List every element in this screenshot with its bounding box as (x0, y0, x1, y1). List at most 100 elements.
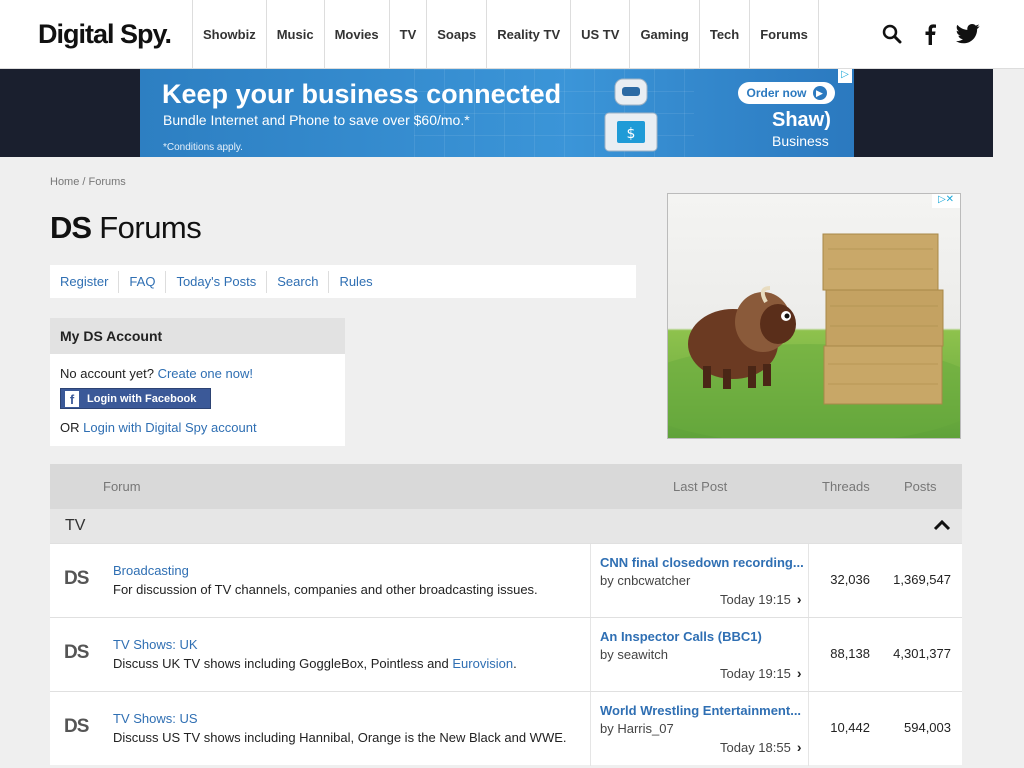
search-link[interactable]: Search (267, 270, 330, 293)
ds-forum-icon: DS (64, 716, 89, 737)
last-post-author: by cnbcwatcher (600, 573, 691, 588)
last-post-time[interactable]: Today 18:55 › (720, 739, 802, 755)
nav-music[interactable]: Music (267, 0, 325, 68)
arrow-right-icon: ▶ (812, 86, 827, 100)
section-title: TV (65, 517, 86, 534)
nav-forums[interactable]: Forums (750, 0, 819, 68)
forum-description: Discuss US TV shows including Hannibal, … (113, 730, 567, 745)
nav-reality-tv[interactable]: Reality TV (487, 0, 572, 68)
nav-showbiz[interactable]: Showbiz (193, 0, 267, 68)
chevron-right-icon[interactable]: › (797, 591, 802, 607)
posts-count: 1,369,547 (893, 572, 951, 587)
threads-count: 32,036 (830, 572, 870, 587)
site-logo[interactable]: Digital Spy. (0, 0, 192, 68)
facebook-login-button[interactable]: f Login with Facebook (60, 388, 211, 409)
account-title: My DS Account (50, 318, 345, 354)
forum-description: Discuss UK TV shows including GoggleBox,… (113, 655, 583, 673)
forum-name-link[interactable]: Broadcasting (113, 563, 189, 578)
last-post-time[interactable]: Today 19:15 › (720, 665, 802, 681)
facebook-login-label: Login with Facebook (87, 392, 197, 405)
forum-row: DS Broadcasting For discussion of TV cha… (50, 543, 962, 618)
last-post-title-link[interactable]: World Wrestling Entertainment... (600, 703, 810, 718)
ds-forum-icon: DS (64, 568, 89, 589)
banner-title: Keep your business connected (162, 79, 562, 109)
no-account-text: No account yet? (60, 366, 158, 381)
nav-soaps[interactable]: Soaps (427, 0, 488, 68)
forum-name-link[interactable]: TV Shows: UK (113, 637, 198, 652)
main-nav: Showbiz Music Movies TV Soaps Reality TV… (192, 0, 819, 68)
nav-movies[interactable]: Movies (325, 0, 390, 68)
facebook-logo-icon: f (65, 390, 79, 407)
last-post-time[interactable]: Today 19:15 › (720, 591, 802, 607)
breadcrumb-forums[interactable]: Forums (89, 176, 126, 188)
last-post-author: by Harris_07 (600, 721, 674, 736)
rules-link[interactable]: Rules (329, 271, 382, 293)
banner-conditions: *Conditions apply. (163, 142, 243, 153)
page-title-text: Forums (91, 210, 202, 245)
last-post-time-text: Today 18:55 (720, 739, 791, 755)
site-header: Digital Spy. Showbiz Music Movies TV Soa… (0, 0, 1024, 69)
col-posts: Posts (904, 479, 937, 494)
forum-table-header: Forum Last Post Threads Posts (50, 464, 962, 509)
banner-ad-area: Keep your business connected Bundle Inte… (0, 69, 993, 157)
last-post-title-link[interactable]: An Inspector Calls (BBC1) (600, 629, 810, 644)
adchoices-icon[interactable]: ▷ (838, 69, 852, 83)
side-ad[interactable]: ▷✕ (667, 193, 961, 439)
last-post-title-link[interactable]: CNN final closedown recording... (600, 555, 810, 570)
faq-link[interactable]: FAQ (119, 270, 167, 293)
brand-subtitle: Business (772, 133, 829, 149)
svg-text:$: $ (627, 126, 636, 142)
divider (590, 544, 591, 618)
search-icon[interactable] (880, 22, 904, 46)
register-link[interactable]: Register (50, 270, 120, 293)
page-title-prefix: DS (50, 210, 92, 245)
chevron-up-icon[interactable] (932, 517, 952, 533)
threads-count: 10,442 (830, 720, 870, 735)
ds-login-link[interactable]: Login with Digital Spy account (83, 420, 256, 435)
breadcrumb: Home / Forums (50, 176, 126, 188)
nav-us-tv[interactable]: US TV (571, 0, 631, 68)
account-box: My DS Account No account yet? Create one… (50, 318, 345, 446)
divider (808, 618, 809, 692)
banner-subtitle: Bundle Internet and Phone to save over $… (163, 112, 470, 128)
divider (808, 544, 809, 618)
nav-tech[interactable]: Tech (700, 0, 751, 68)
nav-gaming[interactable]: Gaming (630, 0, 700, 68)
adchoices-close-icon[interactable]: ▷✕ (932, 194, 960, 208)
last-post-author: by seawitch (600, 647, 668, 662)
no-account-line: No account yet? Create one now! (60, 366, 253, 381)
page-title: DS Forums (50, 210, 202, 246)
col-last-post: Last Post (673, 479, 728, 494)
chevron-right-icon[interactable]: › (797, 739, 802, 755)
create-account-link[interactable]: Create one now! (158, 366, 253, 381)
banner-ad[interactable]: Keep your business connected Bundle Inte… (140, 69, 854, 157)
order-now-label: Order now (746, 86, 807, 100)
forum-description-text: Discuss UK TV shows including GoggleBox,… (113, 656, 453, 671)
order-now-button[interactable]: Order now ▶ (738, 82, 835, 104)
breadcrumb-separator: / (79, 176, 89, 188)
ds-forum-icon: DS (64, 642, 89, 663)
forum-name-link[interactable]: TV Shows: US (113, 711, 198, 726)
last-post-time-text: Today 19:15 (720, 591, 791, 607)
eurovision-link[interactable]: Eurovision (452, 656, 513, 671)
col-threads: Threads (822, 479, 870, 494)
forum-row: DS TV Shows: US Discuss US TV shows incl… (50, 691, 962, 766)
facebook-icon[interactable] (918, 22, 942, 46)
breadcrumb-home[interactable]: Home (50, 176, 79, 188)
divider (590, 692, 591, 766)
forum-toolbar: Register FAQ Today's Posts Search Rules (50, 265, 636, 298)
divider (590, 618, 591, 692)
nav-tv[interactable]: TV (390, 0, 428, 68)
last-post-time-text: Today 19:15 (720, 665, 791, 681)
section-tv[interactable]: TV (50, 509, 962, 543)
chevron-right-icon[interactable]: › (797, 665, 802, 681)
posts-count: 594,003 (904, 720, 951, 735)
ds-login-line: OR Login with Digital Spy account (60, 420, 257, 435)
header-icons (880, 0, 1024, 68)
twitter-icon[interactable] (956, 22, 980, 46)
forum-description-end: . (513, 656, 517, 671)
divider (808, 692, 809, 766)
bison-hay-illustration (668, 233, 960, 438)
todays-posts-link[interactable]: Today's Posts (166, 270, 268, 293)
col-forum: Forum (103, 479, 141, 494)
